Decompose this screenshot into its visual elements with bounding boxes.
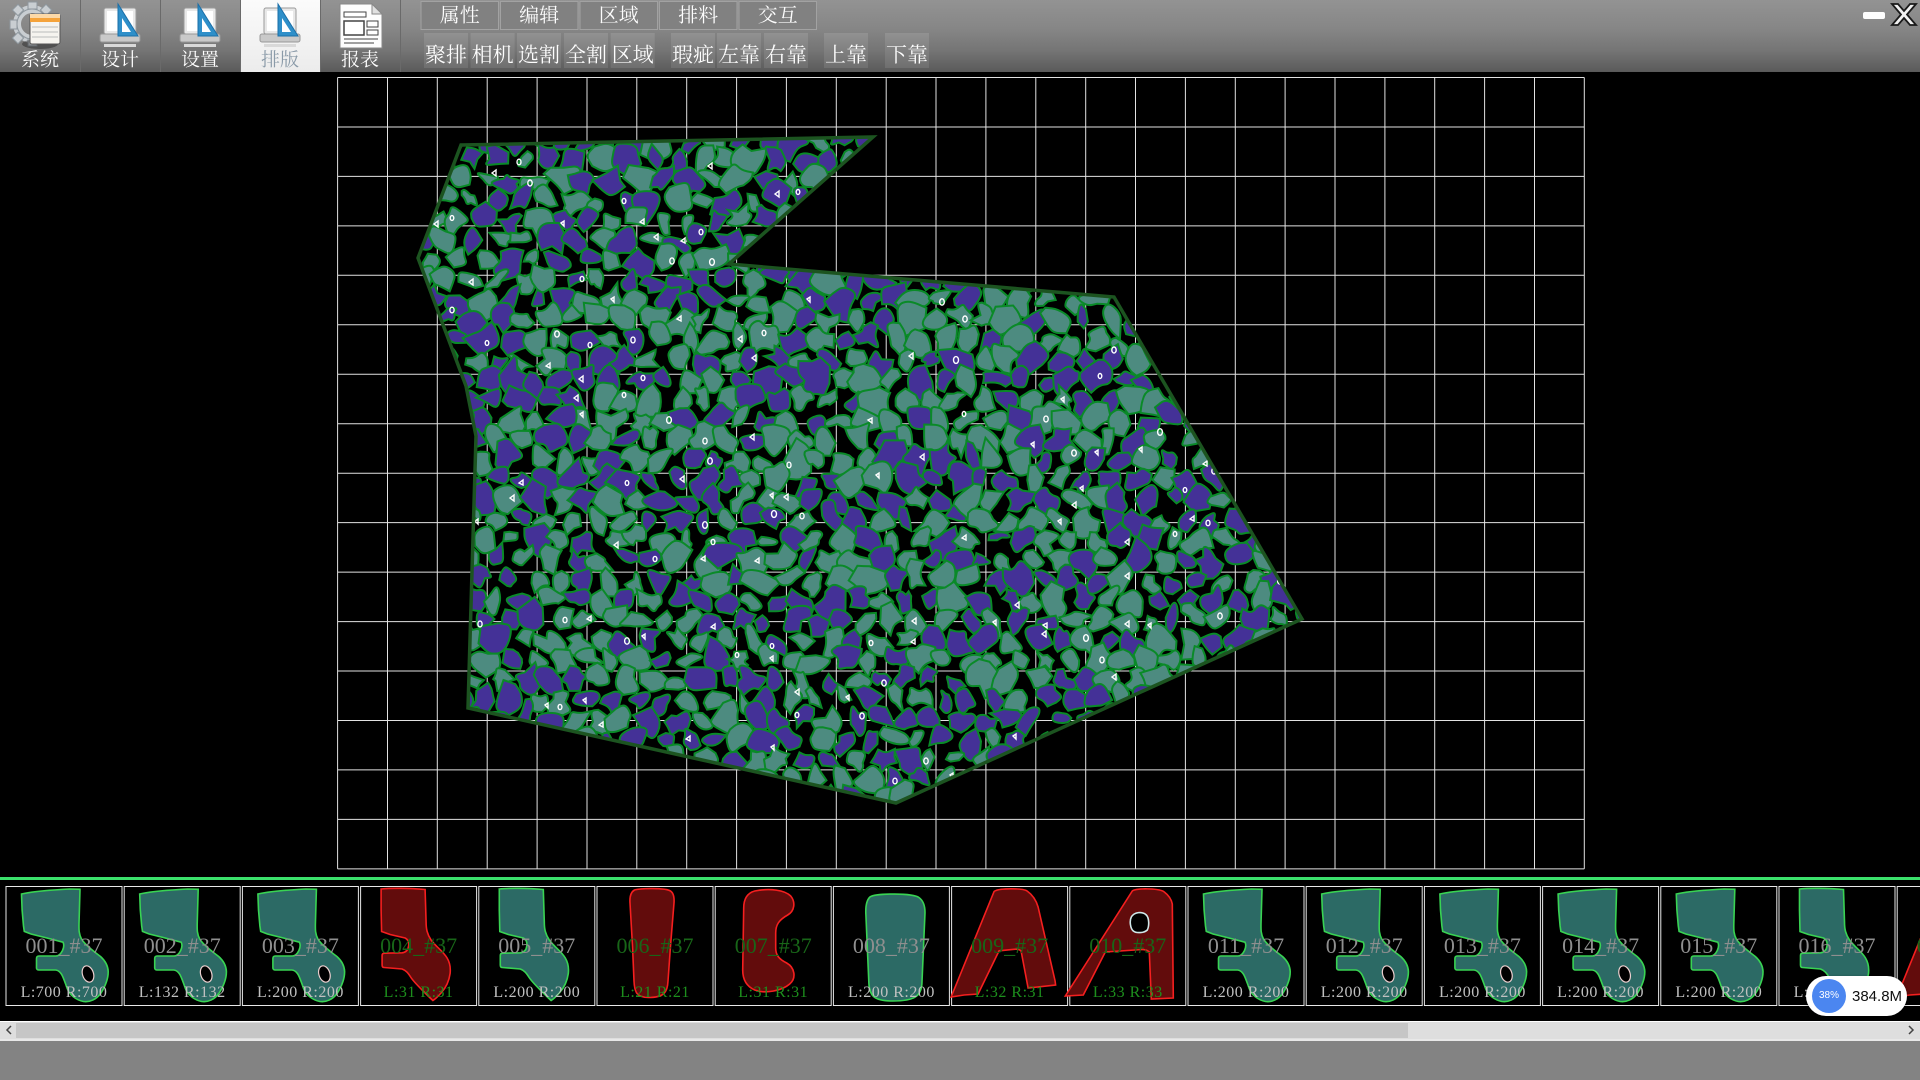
svg-text:010_#37: 010_#37 <box>1089 933 1166 958</box>
svg-text:011_#37: 011_#37 <box>1208 933 1284 958</box>
svg-text:L:32 R:31: L:32 R:31 <box>975 984 1045 1001</box>
svg-text:004_#37: 004_#37 <box>380 933 457 958</box>
svg-text:001_#37: 001_#37 <box>26 933 103 958</box>
svg-text:L:200 R:200: L:200 R:200 <box>493 984 580 1001</box>
svg-text:003_#37: 003_#37 <box>262 933 339 958</box>
svg-text:L:200 R:200: L:200 R:200 <box>848 984 935 1001</box>
svg-text:009_#37: 009_#37 <box>971 933 1048 958</box>
svg-text:L:31 R:31: L:31 R:31 <box>738 984 808 1001</box>
svg-text:012_#37: 012_#37 <box>1326 933 1403 958</box>
svg-text:L:31 R:31: L:31 R:31 <box>384 984 454 1001</box>
svg-text:L:200 R:200: L:200 R:200 <box>1557 984 1644 1001</box>
svg-text:L:200 R:200: L:200 R:200 <box>1203 984 1290 1001</box>
svg-text:L:200 R:200: L:200 R:200 <box>1439 984 1526 1001</box>
svg-text:L:700 R:700: L:700 R:700 <box>21 984 108 1001</box>
svg-text:013_#37: 013_#37 <box>1444 933 1521 958</box>
svg-text:L:33 R:33: L:33 R:33 <box>1093 984 1163 1001</box>
svg-text:L:200 R:200: L:200 R:200 <box>1321 984 1408 1001</box>
svg-text:002_#37: 002_#37 <box>144 933 221 958</box>
svg-text:008_#37: 008_#37 <box>853 933 930 958</box>
svg-text:016_#37: 016_#37 <box>1799 933 1876 958</box>
svg-text:015_#37: 015_#37 <box>1680 933 1757 958</box>
svg-text:L:200 R:200: L:200 R:200 <box>1675 984 1762 1001</box>
svg-text:005_#37: 005_#37 <box>498 933 575 958</box>
svg-text:L:200 R:200: L:200 R:200 <box>257 984 344 1001</box>
svg-text:L:21 R:21: L:21 R:21 <box>620 984 690 1001</box>
svg-text:L:132 R:132: L:132 R:132 <box>139 984 226 1001</box>
svg-text:014_#37: 014_#37 <box>1562 933 1639 958</box>
svg-text:006_#37: 006_#37 <box>617 933 694 958</box>
svg-text:007_#37: 007_#37 <box>735 933 812 958</box>
